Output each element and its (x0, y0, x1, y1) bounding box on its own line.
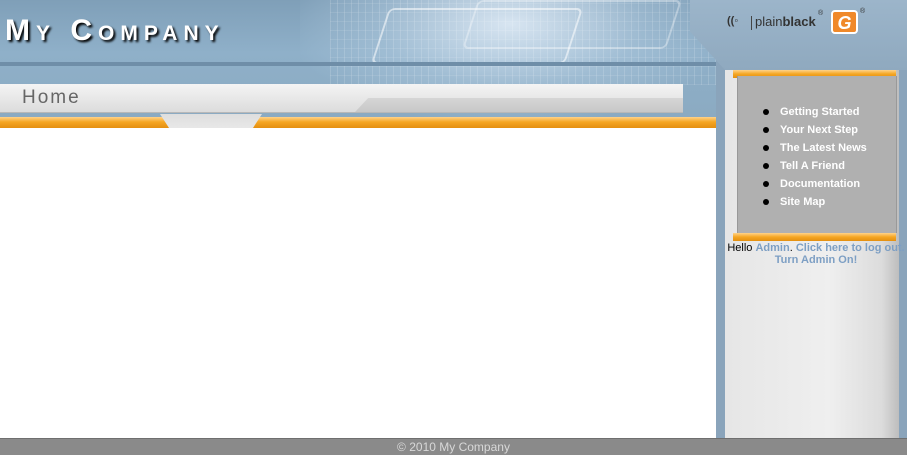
header-chip-graphic-2 (462, 0, 682, 49)
menu-item-latest-news[interactable]: The Latest News (760, 140, 867, 158)
greeting-text: Hello (727, 242, 753, 254)
brand-name: plainblack (755, 14, 816, 29)
brand-name-bold: black (782, 14, 816, 29)
menu-item-site-map[interactable]: Site Map (760, 194, 867, 212)
plainblack-logo[interactable]: ((◦ plainblack ® G ® (727, 8, 877, 36)
menu-list: Getting Started Your Next Step The Lates… (760, 104, 867, 212)
menu-item-documentation[interactable]: Documentation (760, 176, 867, 194)
main-content (0, 128, 716, 438)
accent-stripe (0, 117, 716, 128)
logout-link[interactable]: Click here to log out. (796, 242, 905, 254)
nav-bar-step (355, 98, 683, 112)
webgui-logo-icon: G (831, 10, 858, 34)
sound-waves-icon: ((◦ (727, 15, 739, 27)
brand-name-plain: plain (755, 14, 783, 29)
admin-toggle-container: Turn Admin On! (725, 254, 907, 267)
breadcrumb-home[interactable]: Home (22, 87, 81, 109)
user-profile-link[interactable]: Admin (755, 242, 789, 254)
logo-divider (751, 16, 752, 30)
admin-toggle-link[interactable]: Turn Admin On! (775, 254, 857, 266)
registered-mark: ® (818, 10, 824, 17)
copyright-text: © 2010 My Company (397, 440, 510, 454)
footer: © 2010 My Company (0, 438, 907, 455)
menu-item-your-next-step[interactable]: Your Next Step (760, 122, 867, 140)
header-strip (0, 62, 720, 66)
site-title[interactable]: My Company (5, 14, 225, 48)
menu-cap-bottom (733, 233, 896, 241)
separator-text: . (789, 242, 793, 254)
registered-mark-2: ® (860, 8, 866, 15)
menu-item-getting-started[interactable]: Getting Started (760, 104, 867, 122)
menu-item-tell-a-friend[interactable]: Tell A Friend (760, 158, 867, 176)
